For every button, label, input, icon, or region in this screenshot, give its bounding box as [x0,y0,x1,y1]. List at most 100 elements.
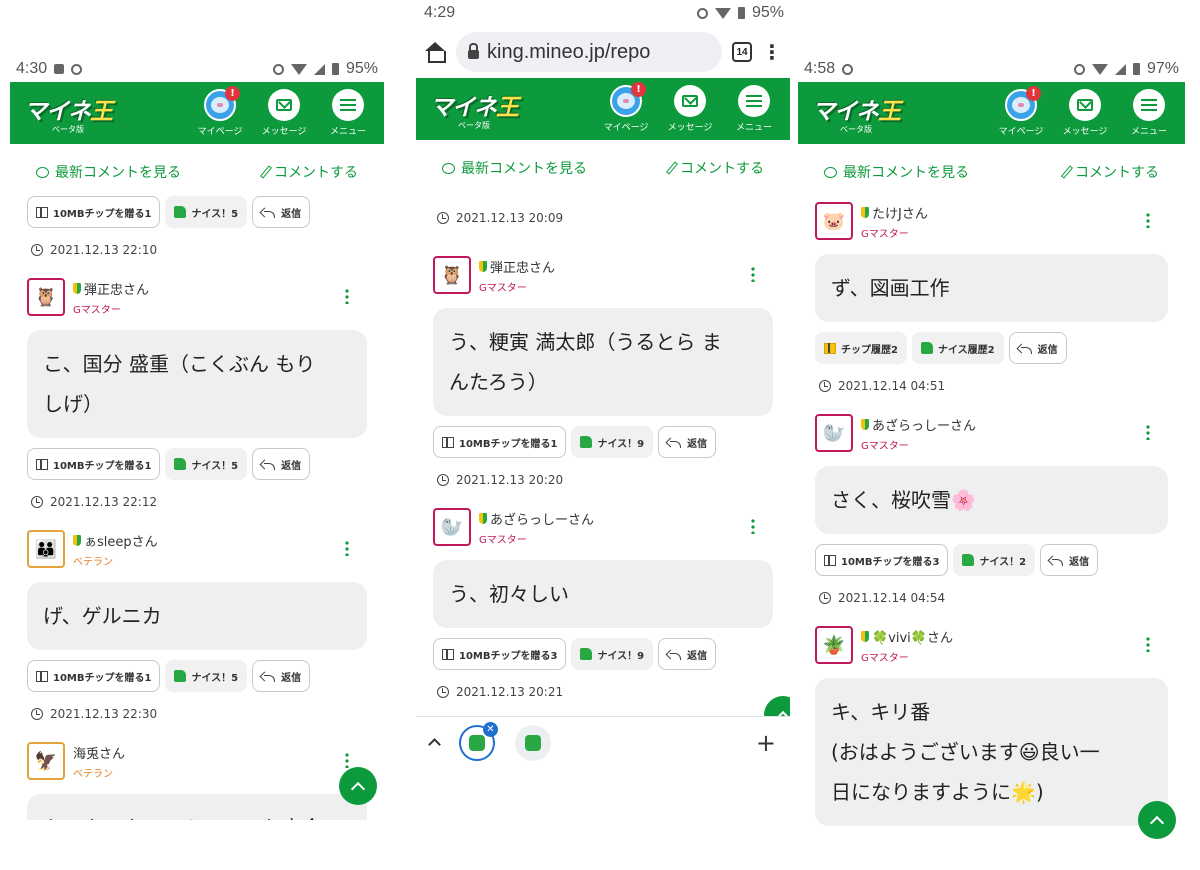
write-comment-label: コメントする [680,161,764,177]
close-icon[interactable]: ✕ [483,721,498,737]
comment-line: ず、図画工作 [831,276,950,300]
reply-button[interactable]: 返信 [252,448,311,480]
gift-icon [442,436,454,448]
nice-label: ナイス！5 [191,460,239,472]
logo-text: マイネ王 [812,98,901,125]
nice-button[interactable]: ナイス！9 [571,426,654,458]
reply-icon [1018,343,1033,354]
latest-comments-link[interactable]: 最新コメントを見る [824,162,969,182]
comment-line: (おはようございます😃良い一 [831,740,1100,764]
wifi-icon [714,7,731,19]
more-options-icon[interactable] [751,518,755,534]
more-options-icon[interactable] [345,752,349,768]
write-comment-link[interactable]: コメントする [665,158,764,178]
owl-icon[interactable]: 🦉 [27,278,65,316]
nav-mypage[interactable]: ! マイページ [598,82,654,133]
eagle-icon[interactable]: 🦅 [27,742,65,780]
reply-button[interactable]: 返信 [252,660,311,692]
nav-messages[interactable]: メッセージ [662,85,718,133]
more-options-icon[interactable] [345,288,349,304]
send-chip-label: 10MBチップを贈る3 [841,556,940,568]
user-name[interactable]: あざらっしーさん [861,415,976,434]
send-chip-button[interactable]: 10MBチップを贈る1 [27,448,161,480]
post-buttons: 10MBチップを贈る3 ナイス！9 返信 [433,638,773,670]
status-time: 4:30 [16,60,48,77]
user-name[interactable]: 🍀vivi🍀さん [861,627,953,646]
nav-messages[interactable]: メッセージ [1057,89,1113,137]
nice-button[interactable]: ナイス！9 [571,638,654,670]
latest-comments-link[interactable]: 最新コメントを見る [36,162,181,182]
user-name[interactable]: ぁsleepさん [73,531,158,550]
write-comment-link[interactable]: コメントする [259,162,358,182]
hamburger-icon [1141,99,1157,111]
clock-icon [31,244,43,256]
write-comment-link[interactable]: コメントする [1060,162,1159,182]
nice-label: ナイス！5 [191,672,239,684]
latest-comments-link[interactable]: 最新コメントを見る [442,158,587,178]
owl-icon[interactable]: 🦉 [433,256,471,294]
notification-badge: ! [631,82,646,97]
nav-menu[interactable]: メニュー [726,85,782,133]
more-options-icon[interactable] [751,266,755,282]
home-icon[interactable] [424,42,446,63]
nice-button[interactable]: ナイス！5 [165,196,248,228]
plant-icon[interactable]: 🪴 [815,626,853,664]
user-name[interactable]: 弾正忠さん [479,257,555,276]
site-favicon-icon [469,734,485,751]
active-tab-bubble[interactable]: ✕ [459,721,498,761]
more-options-icon[interactable] [1146,636,1150,652]
user-name[interactable]: 海兎さん [73,743,125,762]
reply-button[interactable]: 返信 [658,638,717,670]
reply-button[interactable]: 返信 [1040,544,1099,576]
user-name[interactable]: 弾正忠さん [73,279,149,298]
send-chip-button[interactable]: 10MBチップを贈る1 [27,196,161,228]
santa-seal-icon[interactable]: 🦭 [815,414,853,452]
send-chip-button[interactable]: 10MBチップを贈る3 [815,544,949,576]
send-chip-button[interactable]: 10MBチップを贈る3 [433,638,567,670]
user-name[interactable]: たけJさん [861,203,928,222]
user-avatar: ! [610,82,646,117]
nice-button[interactable]: ナイス！5 [165,448,248,480]
scroll-top-button[interactable] [1138,801,1176,839]
nav-mypage[interactable]: ! マイページ [993,86,1049,137]
santa-seal-icon[interactable]: 🦭 [433,508,471,546]
site-logo[interactable]: マイネ王 ベータ版 [24,92,113,135]
hamburger-icon [340,99,356,111]
gift-icon [36,458,48,470]
reply-button[interactable]: 返信 [252,196,311,228]
nice-button[interactable]: ナイス！2 [953,544,1036,576]
tab-bubble[interactable] [515,724,551,761]
more-options-icon[interactable] [1146,424,1150,440]
more-options-icon[interactable] [345,540,349,556]
nav-mypage[interactable]: ! マイページ [192,86,248,137]
reply-button[interactable]: 返信 [1008,332,1067,364]
user-name[interactable]: あざらっしーさん [479,509,594,528]
site-logo[interactable]: マイネ王 ベータ版 [430,88,519,131]
nav-menu[interactable]: メニュー [1121,89,1177,137]
post-timestamp: 2021.12.14 04:54 [815,576,1168,620]
reply-button[interactable]: 返信 [658,426,717,458]
nav-menu[interactable]: メニュー [320,89,376,137]
reply-icon [667,649,682,660]
reply-label: 返信 [687,650,708,662]
chevron-up-icon[interactable] [428,738,441,751]
address-bar[interactable]: king.mineo.jp/repo [456,32,722,72]
site-logo[interactable]: マイネ王 ベータ版 [812,92,901,135]
more-options-icon[interactable] [1146,212,1150,228]
nice-button[interactable]: ナイス！5 [165,660,248,692]
browser-menu-icon[interactable]: ⋮ [762,42,782,62]
send-chip-button[interactable]: 10MBチップを贈る1 [27,660,161,692]
new-tab-plus-icon[interactable]: + [756,729,776,757]
nav-messages-label: メッセージ [261,127,307,137]
pencil-icon [1060,165,1074,179]
comment-bubble: ず、図画工作 [815,254,1168,322]
family-photo-icon[interactable]: 👪 [27,530,65,568]
nice-history-button[interactable]: ナイス履歴2 [911,332,1004,364]
tab-switcher-button[interactable]: 14 [732,42,752,62]
pig-icon[interactable]: 🐷 [815,202,853,240]
send-chip-button[interactable]: 10MBチップを贈る1 [433,426,567,458]
user-name-text: あざらっしーさん [872,418,977,434]
scroll-top-button[interactable] [339,767,377,805]
nav-messages[interactable]: メッセージ [256,89,312,137]
chip-history-button[interactable]: チップ履歴2 [815,332,907,364]
